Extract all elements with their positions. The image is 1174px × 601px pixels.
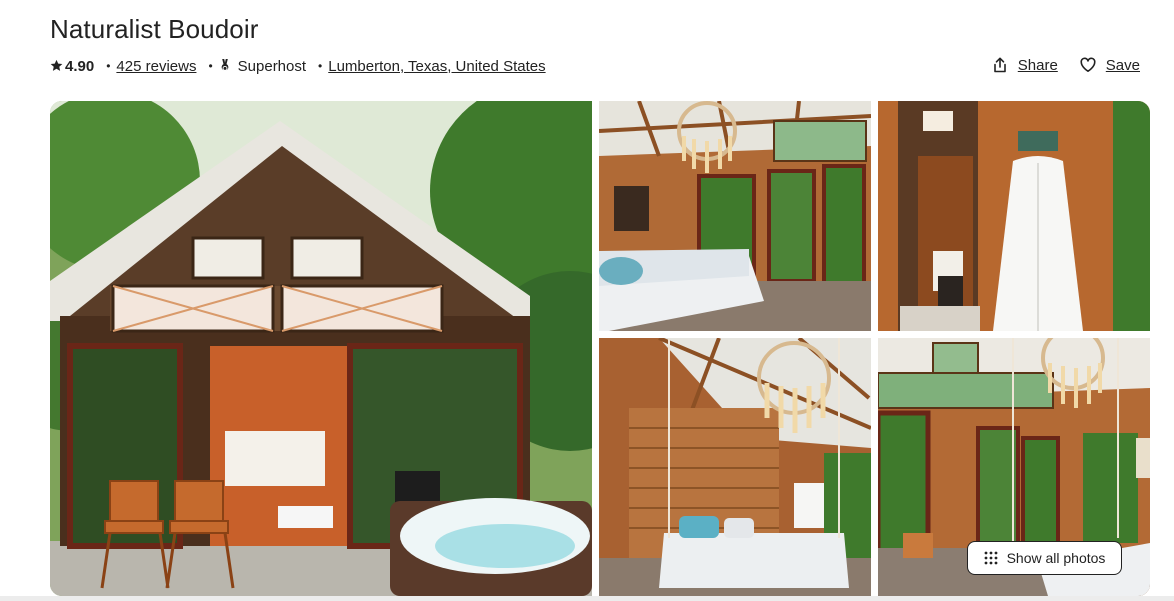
medal-icon [221,58,229,71]
reviews-link[interactable]: 425 reviews [116,58,196,75]
cabin-exterior-image [50,101,592,596]
share-label: Share [1017,56,1058,74]
separator-dot: • [106,59,111,73]
rating-value: 4.90 [65,57,95,75]
separator-dot: • [318,59,323,73]
swing-bed-image [599,338,871,596]
save-label: Save [1105,56,1140,74]
gallery-photo-3[interactable] [878,101,1150,331]
star-icon [50,59,63,71]
gallery-photo-2[interactable] [599,101,871,331]
show-all-photos-label: Show all photos [1006,550,1106,566]
bedroom-chandelier-image [599,101,871,331]
listing-title: Naturalist Boudoir [50,14,259,44]
separator-dot: • [208,59,213,73]
listing-meta: 4.90 • 425 reviews • Superhost • Lumbert… [50,55,546,77]
photo-gallery [50,101,1150,596]
heart-icon [1080,57,1096,72]
gallery-photo-main[interactable] [50,101,592,596]
listing-actions: Share Save [992,54,1140,76]
save-button[interactable]: Save [1080,57,1140,74]
superhost-label: Superhost [237,57,307,75]
rating: 4.90 [50,58,94,75]
share-button[interactable]: Share [992,57,1058,74]
bathroom-robe-image [878,101,1150,331]
page-divider [0,596,1174,601]
show-all-photos-button[interactable]: Show all photos [967,541,1122,575]
gallery-photo-4[interactable] [599,338,871,596]
superhost-badge: Superhost [219,58,306,75]
location-link[interactable]: Lumberton, Texas, United States [328,58,545,75]
grid-icon [984,551,997,565]
share-icon [993,57,1006,73]
